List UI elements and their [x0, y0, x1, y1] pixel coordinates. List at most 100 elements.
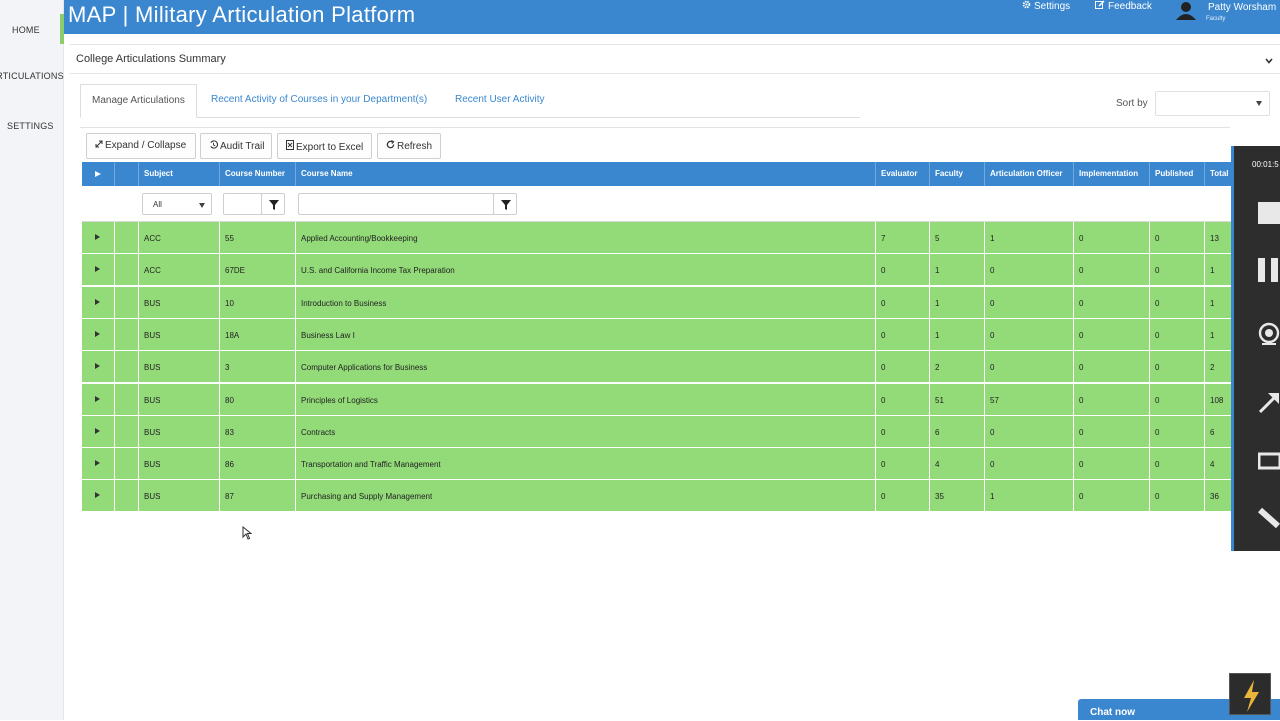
header-faculty[interactable]: Faculty	[929, 162, 984, 186]
cell-blank	[114, 254, 138, 287]
cell-total: 4	[1204, 448, 1232, 481]
tab-recent-activity-courses[interactable]: Recent Activity of Courses in your Depar…	[211, 84, 427, 117]
header-articulation-officer[interactable]: Articulation Officer	[984, 162, 1073, 186]
cell-faculty: 5	[929, 222, 984, 254]
header-course-name[interactable]: Course Name	[295, 162, 875, 186]
cell-course-number: 87	[219, 480, 295, 513]
cell-subject: BUS	[138, 415, 219, 448]
user-avatar-icon[interactable]	[1175, 0, 1197, 20]
user-name[interactable]: Patty Worsham	[1208, 2, 1276, 13]
cell-subject: BUS	[138, 351, 219, 384]
table-row[interactable]: BUS 18A Business Law I010001	[82, 318, 1232, 351]
cell-articulation-officer: 0	[984, 415, 1073, 448]
header-total[interactable]: Total	[1204, 162, 1232, 186]
expand-row-icon	[95, 330, 100, 337]
pause-icon[interactable]	[1258, 256, 1280, 282]
subject-filter-select[interactable]: All	[142, 193, 212, 215]
row-expander[interactable]	[82, 319, 114, 351]
cell-total: 13	[1204, 222, 1232, 254]
subject-filter-value: All	[153, 200, 162, 209]
header-implementation[interactable]: Implementation	[1073, 162, 1149, 186]
table-row[interactable]: BUS 87 Purchasing and Supply Management 0 35…	[82, 480, 1232, 513]
tab-recent-user-activity[interactable]: Recent User Activity	[455, 84, 544, 117]
tab-bar: Manage Articulations Recent Activity of …	[80, 84, 860, 118]
row-expander[interactable]	[82, 448, 114, 480]
cell-course-number: 80	[219, 383, 295, 416]
edit-icon	[1095, 0, 1105, 12]
cell-faculty: 2	[929, 351, 984, 384]
expand-all-header[interactable]	[82, 162, 114, 186]
cell-subject: BUS	[138, 448, 219, 481]
header-course-number[interactable]: Course Number	[219, 162, 295, 186]
course-name-filter-input[interactable]	[298, 193, 496, 215]
refresh-button[interactable]: Refresh	[377, 133, 441, 159]
cell-implementation: 0	[1073, 448, 1149, 481]
cell-course-number: 18A	[219, 318, 295, 351]
row-expander[interactable]	[82, 384, 114, 416]
header-subject[interactable]: Subject	[138, 162, 219, 186]
chevron-down-icon[interactable]	[1264, 53, 1274, 64]
stop-icon[interactable]	[1258, 200, 1280, 224]
cell-total: 6	[1204, 415, 1232, 448]
cell-evaluator: 0	[875, 254, 929, 287]
row-expander[interactable]	[82, 222, 114, 254]
cell-evaluator: 0	[875, 415, 929, 448]
course-number-filter-button[interactable]	[261, 193, 285, 215]
cell-articulation-officer: 57	[984, 383, 1073, 416]
sidebar-item-articulations[interactable]: ARTICULATIONS	[0, 71, 64, 81]
sidebar-item-home[interactable]: HOME	[12, 25, 40, 35]
row-expander[interactable]	[82, 287, 114, 319]
row-expander[interactable]	[82, 254, 114, 286]
chat-now-label: Chat now	[1090, 707, 1135, 718]
summary-bar[interactable]: College Articulations Summary	[70, 44, 1280, 74]
screen-recorder-panel: 00:01:5	[1231, 146, 1280, 551]
cell-blank	[114, 351, 138, 384]
row-expander[interactable]	[82, 480, 114, 512]
table-row[interactable]: ACC 67DE U.S. and California Income Tax Pr…	[82, 254, 1232, 287]
course-number-filter-input[interactable]	[223, 193, 263, 215]
filter-icon	[501, 200, 511, 210]
cell-blank	[114, 222, 138, 254]
table-row[interactable]: BUS 10 Introduction to Business 0 1 0 0 0 1	[82, 286, 1232, 319]
header-published[interactable]: Published	[1149, 162, 1204, 186]
cell-course-number: 3	[219, 351, 295, 384]
row-expander[interactable]	[82, 351, 114, 383]
cell-course-number: 55	[219, 222, 295, 254]
sort-by-select[interactable]	[1155, 91, 1270, 116]
webcam-icon[interactable]	[1258, 322, 1280, 346]
lightning-logo-icon[interactable]	[1229, 673, 1271, 715]
cell-course-name: Principles of Logistics	[295, 383, 875, 416]
export-excel-button[interactable]: Export to Excel	[277, 133, 372, 159]
pen-tool-icon[interactable]	[1258, 506, 1280, 530]
feedback-link[interactable]: Feedback	[1095, 0, 1152, 12]
row-expander[interactable]	[82, 416, 114, 448]
user-role: Faculty	[1206, 16, 1226, 22]
table-row[interactable]: BUS 80 Principles of Logistics 0 51 57 0 0 108	[82, 383, 1232, 416]
cell-faculty: 1	[929, 286, 984, 319]
sidebar-item-settings[interactable]: SETTINGS	[7, 121, 54, 131]
tab-manage-articulations[interactable]: Manage Articulations	[80, 84, 197, 118]
expand-collapse-button[interactable]: Expand / Collapse	[86, 133, 196, 159]
refresh-label: Refresh	[397, 141, 433, 152]
expand-collapse-label: Expand / Collapse	[105, 140, 187, 151]
cell-course-number: 83	[219, 415, 295, 448]
course-name-filter-button[interactable]	[493, 193, 517, 215]
table-row[interactable]: ACC 55 Applied Accounting/Bookkeeping 7 5 1 0 0…	[82, 222, 1232, 254]
rectangle-tool-icon[interactable]	[1257, 450, 1280, 474]
cell-implementation: 0	[1073, 254, 1149, 287]
excel-file-icon	[286, 140, 294, 153]
header-evaluator[interactable]: Evaluator	[875, 162, 929, 186]
cell-subject: ACC	[138, 222, 219, 254]
cell-course-name: Computer Applications for Business	[295, 351, 875, 384]
expand-row-icon	[95, 395, 100, 402]
cell-published: 0	[1149, 318, 1204, 351]
audit-trail-button[interactable]: Audit Trail	[200, 133, 272, 159]
table-row[interactable]: BUS 86 Transportation and Traffic Manageme…	[82, 448, 1232, 481]
cell-published: 0	[1149, 351, 1204, 384]
table-row[interactable]: BUS 83 Contracts 0 6 0 0 0 6	[82, 415, 1232, 448]
expand-row-icon	[95, 298, 100, 305]
settings-link[interactable]: Settings	[1022, 0, 1070, 12]
cell-articulation-officer: 1	[984, 480, 1073, 513]
arrow-pointer-icon[interactable]	[1258, 390, 1280, 414]
table-row[interactable]: BUS 3 Computer Applications for Business 0 2…	[82, 351, 1232, 384]
